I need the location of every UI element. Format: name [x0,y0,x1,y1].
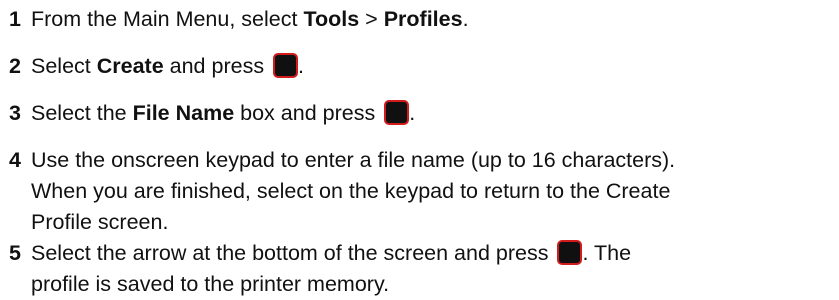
step-text-line: . The [582,241,632,265]
step-text-end: . [409,101,416,125]
step-text-end: . [298,54,305,78]
step-number: 1 [9,7,21,31]
enter-key-icon [557,240,583,265]
enter-key-icon [273,53,299,78]
step-text-line: Profile screen. [31,210,169,234]
option-create: Create [96,54,164,78]
step-4: 4 Use the onscreen keypad to enter a file… [9,145,833,238]
step-text: box and press [234,101,382,125]
step-5: 5 Select the arrow at the bottom of the s… [9,238,833,300]
step-text-line: profile is saved to the printer memory. [31,272,390,296]
field-file-name: File Name [132,101,235,125]
step-3: 3 Select the File Name box and press . [9,98,833,129]
step-text-end: . [462,7,469,31]
step-1: 1 From the Main Menu, select Tools > Prof… [9,4,833,35]
step-text: Select [31,54,97,78]
step-number: 4 [9,148,21,172]
menu-separator: > [359,7,384,31]
step-text-line: Select the arrow at the bottom of the sc… [31,241,555,265]
step-text: and press [163,54,271,78]
enter-key-icon [384,100,410,125]
step-2: 2 Select Create and press . [9,51,833,82]
step-number: 3 [9,101,21,125]
menu-tools: Tools [303,7,360,31]
menu-profiles: Profiles [383,7,463,31]
step-text-line: Use the onscreen keypad to enter a file … [31,148,676,172]
step-number: 5 [9,241,21,265]
step-text-line: When you are finished, select on the key… [31,179,671,203]
step-text: Select the [31,101,133,125]
step-number: 2 [9,54,21,78]
instruction-steps: 1 From the Main Menu, select Tools > Prof… [0,0,839,300]
step-text: From the Main Menu, select [31,7,304,31]
